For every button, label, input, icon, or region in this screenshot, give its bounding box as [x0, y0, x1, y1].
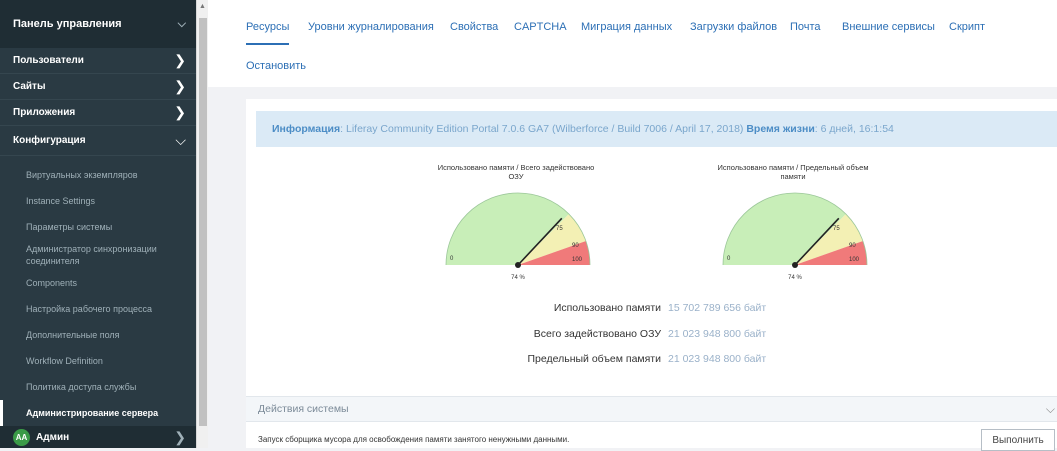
sidebar-item-custom-fields[interactable]: Дополнительные поля	[0, 322, 196, 348]
gauge-needle-hub	[792, 262, 798, 268]
tab-external-services[interactable]: Внешние сервисы	[842, 21, 935, 33]
stat-total-ram-label: Всего задействовано ОЗУ	[533, 328, 661, 340]
sidebar-item-virtual-instances[interactable]: Виртуальных экземпляров	[0, 162, 196, 188]
tab-file-uploads[interactable]: Загрузки файлов	[690, 21, 777, 33]
sidebar-category-apps[interactable]: Приложения ❯	[0, 100, 196, 126]
gauge-value-label: 74 %	[788, 275, 802, 281]
sidebar-header[interactable]: Панель управления ⌵	[0, 0, 196, 48]
sidebar-item-label: Виртуальных экземпляров	[26, 170, 138, 180]
scroll-up-icon[interactable]: ▲	[199, 3, 206, 10]
user-menu[interactable]: AA Админ ❯	[0, 426, 196, 448]
chevron-right-icon: ❯	[174, 78, 186, 94]
sidebar-item-label: Components	[26, 278, 78, 288]
sidebar-category-label: Пользователи	[13, 55, 84, 66]
stat-max-memory-value: 21 023 948 800 байт	[668, 353, 767, 365]
chevron-right-icon: ❯	[174, 52, 186, 68]
tab-properties[interactable]: Свойства	[450, 21, 498, 33]
sidebar-category-label: Конфигурация	[13, 135, 86, 146]
tab-shutdown[interactable]: Остановить	[246, 60, 306, 72]
user-name: Админ	[36, 431, 70, 443]
system-actions-title: Действия системы	[258, 403, 349, 415]
tab-log-levels[interactable]: Уровни журналирования	[308, 21, 434, 33]
sidebar-item-label: Настройка рабочего процесса	[26, 304, 153, 314]
sidebar-item-service-access-policy[interactable]: Политика доступа службы	[0, 374, 196, 400]
sidebar-item-label: Администрирование сервера	[26, 408, 159, 418]
uptime-value: : 6 дней, 16:1:54	[814, 123, 894, 135]
chevron-right-icon: ❯	[174, 428, 186, 445]
sidebar-item-components[interactable]: Components	[0, 270, 196, 296]
chevron-down-icon: ⌵	[1045, 402, 1055, 416]
system-actions-header[interactable]: Действия системы ⌵	[246, 396, 1057, 422]
sidebar-item-workflow-definition[interactable]: Workflow Definition	[0, 348, 196, 374]
sidebar-title: Панель управления	[13, 18, 122, 30]
sidebar-category-users[interactable]: Пользователи ❯	[0, 48, 196, 74]
sidebar-item-label: Политика доступа службы	[26, 382, 137, 392]
sidebar-item-system-settings[interactable]: Параметры системы	[0, 214, 196, 240]
sidebar: Панель управления ⌵ Пользователи ❯ Сайты…	[0, 0, 196, 448]
gauge-title: Использовано памяти / Всего задействован…	[437, 163, 595, 181]
gauge-value-label: 74 %	[511, 275, 525, 281]
info-banner: Информация : Liferay Community Edition P…	[256, 111, 1057, 147]
gauge-tick-75: 75	[833, 226, 840, 232]
chevron-right-icon: ❯	[174, 104, 186, 120]
top-navigation: Ресурсы Уровни журналирования Свойства C…	[208, 0, 1057, 87]
stat-total-ram-value: 21 023 948 800 байт	[668, 328, 767, 340]
stat-max-memory-label: Предельный объем памяти	[527, 353, 662, 365]
sidebar-category-label: Приложения	[13, 107, 76, 118]
gc-description: Запуск сборщика мусора для освобождения …	[258, 435, 570, 444]
uptime-label: Время жизни	[746, 123, 815, 135]
gauge-tick-90: 90	[572, 243, 579, 249]
memory-gauge-total-ram: 0 75 90 100 74 %	[445, 192, 591, 281]
sidebar-category-sites[interactable]: Сайты ❯	[0, 74, 196, 100]
tab-script[interactable]: Скрипт	[949, 21, 985, 33]
gauge-title: Использовано памяти / Предельный объем п…	[717, 163, 869, 181]
info-label: Информация	[272, 123, 341, 135]
info-text: : Liferay Community Edition Portal 7.0.6…	[340, 123, 747, 135]
chevron-down-icon: ⌵	[175, 132, 186, 148]
sidebar-category-label: Сайты	[13, 81, 46, 92]
tab-captcha[interactable]: CAPTCHA	[514, 21, 567, 33]
gauge-tick-100: 100	[572, 257, 583, 263]
tab-resources[interactable]: Ресурсы	[246, 21, 290, 45]
gauge-tick-90: 90	[849, 243, 856, 249]
gauge-needle-hub	[515, 262, 521, 268]
sidebar-item-sync-connector-admin[interactable]: Администратор синхронизации соединителя	[0, 240, 196, 270]
sidebar-item-instance-settings[interactable]: Instance Settings	[0, 188, 196, 214]
sidebar-scrollbar[interactable]: ▲	[196, 0, 208, 448]
gauge-tick-75: 75	[556, 226, 563, 232]
stat-used-memory-value: 15 702 789 656 байт	[668, 302, 767, 314]
avatar: AA	[13, 428, 30, 446]
sidebar-item-label: Администратор синхронизации соединителя	[26, 244, 157, 266]
sidebar-item-label: Workflow Definition	[26, 356, 103, 366]
scrollbar-thumb[interactable]	[199, 18, 207, 426]
tab-mail[interactable]: Почта	[790, 21, 821, 33]
main-content: Информация : Liferay Community Edition P…	[246, 99, 1057, 451]
sidebar-item-server-administration[interactable]: Администрирование сервера	[0, 400, 196, 426]
gauge-tick-100: 100	[849, 257, 860, 263]
sidebar-item-label: Параметры системы	[26, 222, 113, 232]
sidebar-item-label: Дополнительные поля	[26, 330, 120, 340]
tab-data-migration[interactable]: Миграция данных	[581, 21, 672, 33]
memory-gauge-max-memory: 0 75 90 100 74 %	[722, 192, 868, 281]
stat-used-memory-label: Использовано памяти	[553, 302, 661, 314]
chevron-down-icon: ⌵	[177, 17, 186, 30]
sidebar-item-label: Instance Settings	[26, 196, 96, 206]
sidebar-item-workflow-config[interactable]: Настройка рабочего процесса	[0, 296, 196, 322]
sidebar-category-configuration[interactable]: Конфигурация ⌵	[0, 126, 196, 156]
